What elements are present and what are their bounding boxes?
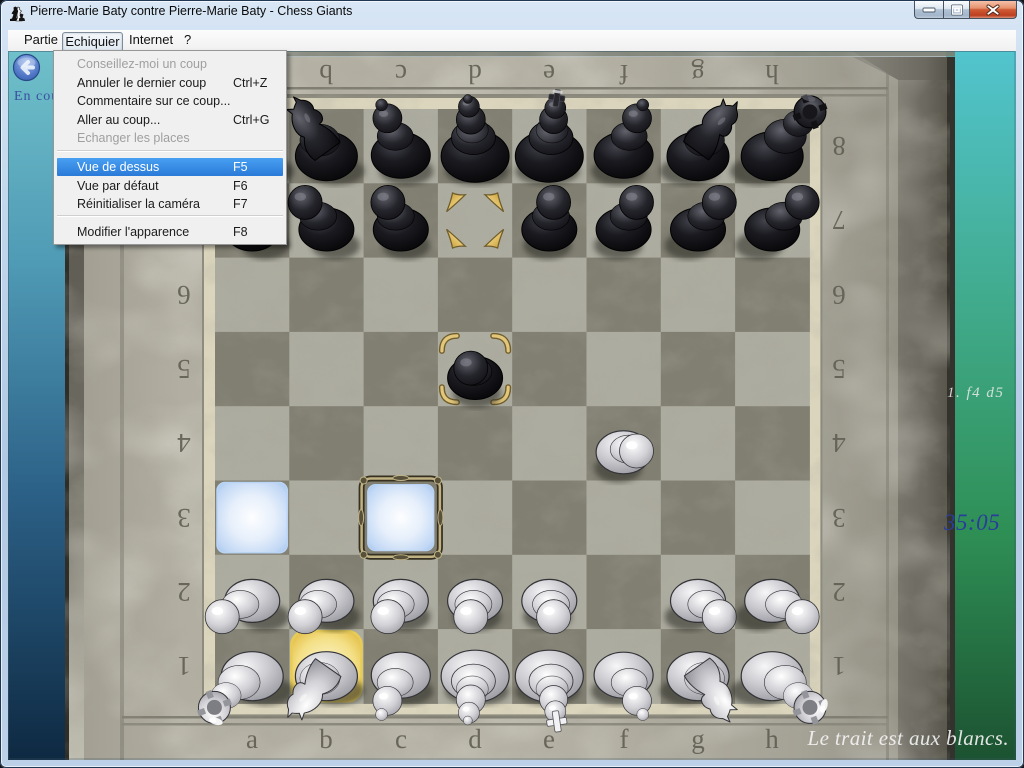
svg-text:d: d [468, 59, 482, 89]
svg-text:5: 5 [832, 354, 846, 384]
svg-text:c: c [395, 59, 407, 89]
svg-text:35:05: 35:05 [943, 510, 1000, 535]
svg-text:a: a [246, 724, 258, 754]
svg-text:8: 8 [832, 131, 846, 161]
svg-text:e: e [543, 59, 555, 89]
svg-text:Le trait est aux blancs.: Le trait est aux blancs. [806, 726, 1009, 750]
svg-text:5: 5 [177, 354, 191, 384]
svg-text:1. f4 d5: 1. f4 d5 [947, 385, 1004, 401]
svg-text:f: f [620, 59, 629, 89]
svg-text:2: 2 [177, 577, 191, 607]
svg-text:b: b [319, 724, 333, 754]
svg-text:3: 3 [832, 503, 846, 533]
svg-text:h: h [765, 724, 779, 754]
svg-text:g: g [691, 59, 705, 89]
svg-text:4: 4 [832, 428, 846, 458]
svg-text:3: 3 [177, 503, 191, 533]
svg-text:1: 1 [832, 651, 846, 681]
svg-text:7: 7 [832, 205, 846, 235]
svg-text:e: e [543, 724, 555, 754]
svg-text:c: c [395, 724, 407, 754]
svg-text:f: f [620, 724, 629, 754]
svg-text:h: h [765, 59, 779, 89]
svg-text:g: g [691, 724, 705, 754]
svg-text:4: 4 [177, 428, 191, 458]
svg-text:1: 1 [177, 651, 191, 681]
svg-text:6: 6 [832, 280, 846, 310]
svg-text:d: d [468, 724, 482, 754]
svg-text:6: 6 [177, 280, 191, 310]
svg-text:b: b [319, 59, 333, 89]
svg-text:2: 2 [832, 577, 846, 607]
